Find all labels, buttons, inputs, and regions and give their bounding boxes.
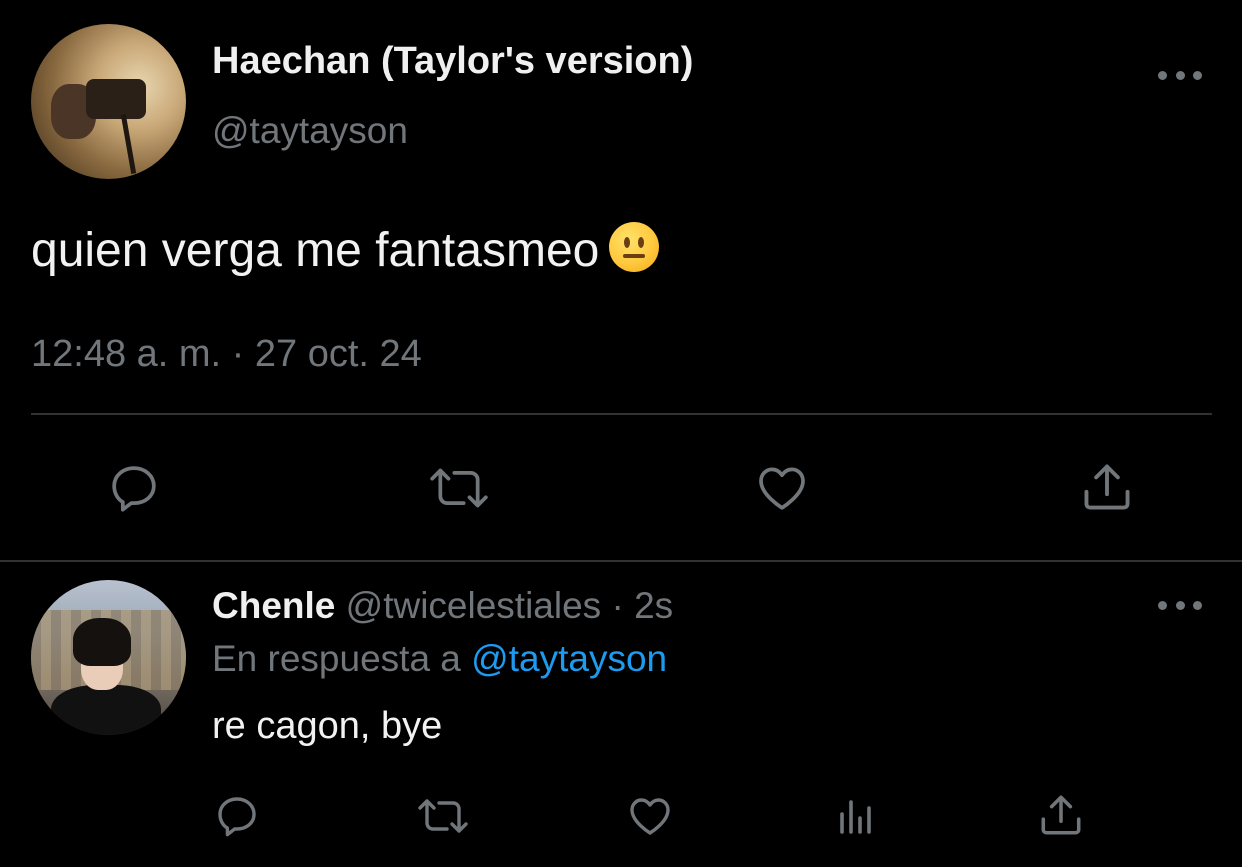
reply-retweet-button[interactable] <box>414 792 472 840</box>
retweet-button[interactable] <box>426 460 492 516</box>
avatar-strap <box>120 114 137 174</box>
main-tweet: Haechan (Taylor's version) @taytayson qu… <box>0 0 1242 560</box>
like-icon <box>759 467 805 510</box>
section-divider <box>0 560 1242 562</box>
neutral-face-emoji-icon <box>609 222 660 272</box>
avatar-camera <box>86 79 146 119</box>
retweet-icon <box>418 799 468 833</box>
tweet-text-content: quien verga me fantasmeo <box>31 224 600 277</box>
author-display-name[interactable]: Haechan (Taylor's version) <box>212 40 693 83</box>
analytics-icon <box>840 800 871 834</box>
share-icon <box>1041 795 1081 835</box>
avatar-hair <box>73 618 131 666</box>
reply-author-handle[interactable]: @twicelestiales <box>346 585 602 626</box>
avatar-jacket <box>51 685 161 735</box>
tweet-timestamp[interactable]: 12:48 a. m. · 27 oct. 24 <box>31 333 422 376</box>
share-icon <box>1084 464 1130 510</box>
like-icon <box>630 798 670 835</box>
reply-to-line: En respuesta a @taytayson <box>212 638 667 680</box>
divider <box>31 413 1212 415</box>
reply-separator: · <box>601 585 635 626</box>
reply-to-mention[interactable]: @taytayson <box>471 638 667 679</box>
author-handle[interactable]: @taytayson <box>212 110 408 152</box>
reply-analytics-button[interactable] <box>832 792 880 840</box>
reply-text: re cagon, bye <box>212 705 443 747</box>
more-options-icon[interactable] <box>1158 69 1202 81</box>
like-button[interactable] <box>752 460 812 516</box>
reply-like-button[interactable] <box>624 792 676 840</box>
reply-icon <box>218 797 256 837</box>
reply-time[interactable]: 2s <box>634 585 673 626</box>
reply-author-name[interactable]: Chenle <box>212 585 335 626</box>
retweet-icon <box>430 468 488 508</box>
reply-header: Chenle @twicelestiales · 2s <box>212 585 673 627</box>
reply-to-prefix: En respuesta a <box>212 638 472 679</box>
avatar[interactable] <box>31 24 186 179</box>
reply-share-button[interactable] <box>1036 790 1086 840</box>
reply-reply-button[interactable] <box>212 792 262 840</box>
reply-more-options-icon[interactable] <box>1158 599 1202 611</box>
reply-icon <box>112 466 156 512</box>
reply-button[interactable] <box>104 460 164 516</box>
share-button[interactable] <box>1078 458 1136 516</box>
tweet-text: quien verga me fantasmeo <box>31 222 660 278</box>
reply-avatar[interactable] <box>31 580 186 735</box>
